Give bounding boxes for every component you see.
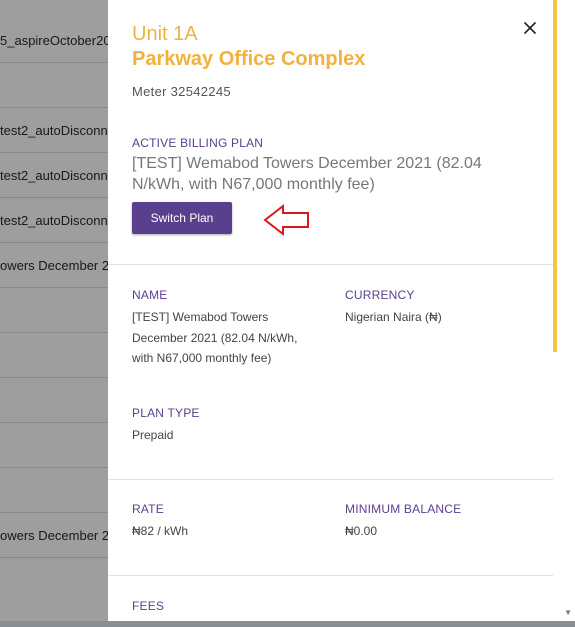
scrollbar-thumb[interactable] <box>553 0 557 352</box>
unit-title: Unit 1A <box>132 23 198 45</box>
background-footer <box>0 621 575 627</box>
currency-label: CURRENCY <box>345 288 415 302</box>
arrow-left-icon <box>263 203 309 237</box>
plan-type-label: PLAN TYPE <box>132 406 200 420</box>
property-name: Parkway Office Complex <box>132 48 366 70</box>
minimum-balance-label: MINIMUM BALANCE <box>345 502 462 516</box>
section-divider <box>108 575 553 576</box>
section-divider <box>108 264 553 265</box>
rate-label: RATE <box>132 502 164 516</box>
active-plan-label: ACTIVE BILLING PLAN <box>132 136 264 150</box>
plan-type-value: Prepaid <box>132 428 174 442</box>
name-label: NAME <box>132 288 168 302</box>
drawer-content: Unit 1A Parkway Office Complex Meter 325… <box>108 0 553 621</box>
section-divider <box>108 479 553 480</box>
currency-value: Nigerian Naira (₦) <box>345 310 442 324</box>
meter-number: Meter 32542245 <box>132 84 231 99</box>
rate-value: ₦82 / kWh <box>132 524 189 538</box>
close-icon[interactable] <box>516 14 544 42</box>
active-plan-name: [TEST] Wemabod Towers December 2021 (82.… <box>132 155 482 193</box>
fees-label: FEES <box>132 599 165 613</box>
minimum-balance-value: ₦0.00 <box>345 524 378 538</box>
switch-plan-button[interactable]: Switch Plan <box>132 202 232 234</box>
close-button[interactable] <box>516 14 544 42</box>
unit-details-drawer: Unit 1A Parkway Office Complex Meter 325… <box>108 0 575 621</box>
name-value: [TEST] Wemabod Towers December 2021 (82.… <box>132 310 298 365</box>
scroll-down-icon[interactable]: ▼ <box>564 608 572 617</box>
